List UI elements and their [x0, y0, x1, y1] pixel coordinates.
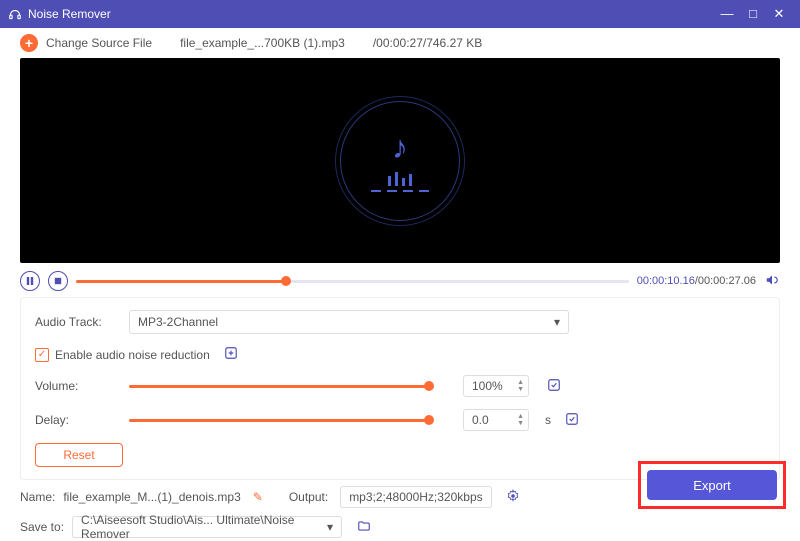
audio-track-value: MP3-2Channel — [138, 315, 218, 329]
saveto-value: C:\Aiseesoft Studio\Ais... Ultimate\Nois… — [81, 513, 327, 541]
chevron-down-icon: ▾ — [327, 520, 333, 534]
source-meta: /00:00:27/746.27 KB — [373, 36, 482, 50]
maximize-button[interactable]: □ — [740, 0, 766, 28]
total-time: /00:00:27.06 — [695, 275, 756, 287]
saveto-select[interactable]: C:\Aiseesoft Studio\Ais... Ultimate\Nois… — [72, 516, 342, 538]
delay-slider[interactable] — [129, 419, 429, 422]
volume-slider[interactable] — [129, 385, 429, 388]
delay-row: Delay: 0.0 ▲▼ s — [35, 409, 765, 431]
name-value: file_example_M...(1)_denois.mp3 — [63, 490, 240, 504]
preview-area: ♪ — [20, 58, 780, 263]
name-label: Name: — [20, 490, 55, 504]
export-highlight: Export — [638, 461, 786, 509]
delay-value: 0.0 — [472, 413, 489, 427]
audio-visualizer: ♪ — [340, 101, 460, 221]
close-button[interactable]: ✕ — [766, 0, 792, 28]
volume-label: Volume: — [35, 379, 119, 393]
reset-button[interactable]: Reset — [35, 443, 123, 467]
saveto-row: Save to: C:\Aiseesoft Studio\Ais... Ulti… — [20, 516, 780, 538]
open-folder-icon[interactable] — [356, 519, 372, 536]
delay-unit: s — [545, 413, 551, 427]
change-source-button[interactable]: + Change Source File — [20, 34, 152, 52]
volume-icon[interactable] — [764, 273, 780, 290]
volume-reset-icon[interactable] — [547, 378, 561, 395]
controls-panel: Audio Track: MP3-2Channel ▾ ✓ Enable aud… — [20, 297, 780, 480]
volume-value: 100% — [472, 379, 503, 393]
delay-label: Delay: — [35, 413, 119, 427]
stop-button[interactable] — [48, 271, 68, 291]
delay-reset-icon[interactable] — [565, 412, 579, 429]
output-format-select[interactable]: mp3;2;48000Hz;320kbps — [340, 486, 491, 508]
delay-input[interactable]: 0.0 ▲▼ — [463, 409, 529, 431]
volume-input[interactable]: 100% ▲▼ — [463, 375, 529, 397]
volume-row: Volume: 100% ▲▼ — [35, 375, 765, 397]
noise-reduction-checkbox[interactable]: ✓ Enable audio noise reduction — [35, 348, 210, 362]
titlebar: Noise Remover — □ ✕ — [0, 0, 800, 28]
music-note-icon: ♪ — [392, 129, 408, 166]
output-label: Output: — [289, 490, 328, 504]
change-source-label: Change Source File — [46, 36, 152, 50]
volume-spinner[interactable]: ▲▼ — [517, 379, 524, 393]
output-value: mp3;2;48000Hz;320kbps — [349, 490, 482, 504]
saveto-label: Save to: — [20, 520, 64, 534]
audio-track-select[interactable]: MP3-2Channel ▾ — [129, 310, 569, 334]
chevron-down-icon: ▾ — [554, 315, 560, 329]
noise-settings-icon[interactable] — [224, 346, 238, 363]
export-button[interactable]: Export — [647, 470, 777, 500]
delay-spinner[interactable]: ▲▼ — [517, 413, 524, 427]
checkbox-checked-icon: ✓ — [35, 348, 49, 362]
time-display: 00:00:10.16/00:00:27.06 — [637, 275, 756, 287]
audio-track-row: Audio Track: MP3-2Channel ▾ — [35, 310, 765, 334]
edit-name-icon[interactable]: ✎ — [253, 490, 263, 504]
noise-reduction-label: Enable audio noise reduction — [55, 348, 210, 362]
seek-slider[interactable] — [76, 280, 629, 283]
audio-track-label: Audio Track: — [35, 315, 119, 329]
plus-icon: + — [20, 34, 38, 52]
source-filename: file_example_...700KB (1).mp3 — [180, 36, 345, 50]
player-bar: 00:00:10.16/00:00:27.06 — [20, 271, 780, 291]
output-settings-icon[interactable] — [506, 489, 520, 506]
app-logo-icon — [8, 7, 22, 21]
pause-button[interactable] — [20, 271, 40, 291]
minimize-button[interactable]: — — [714, 0, 740, 28]
app-title: Noise Remover — [28, 7, 111, 21]
source-bar: + Change Source File file_example_...700… — [0, 28, 800, 58]
current-time: 00:00:10.16 — [637, 275, 695, 287]
noise-reduction-row: ✓ Enable audio noise reduction — [35, 346, 765, 363]
